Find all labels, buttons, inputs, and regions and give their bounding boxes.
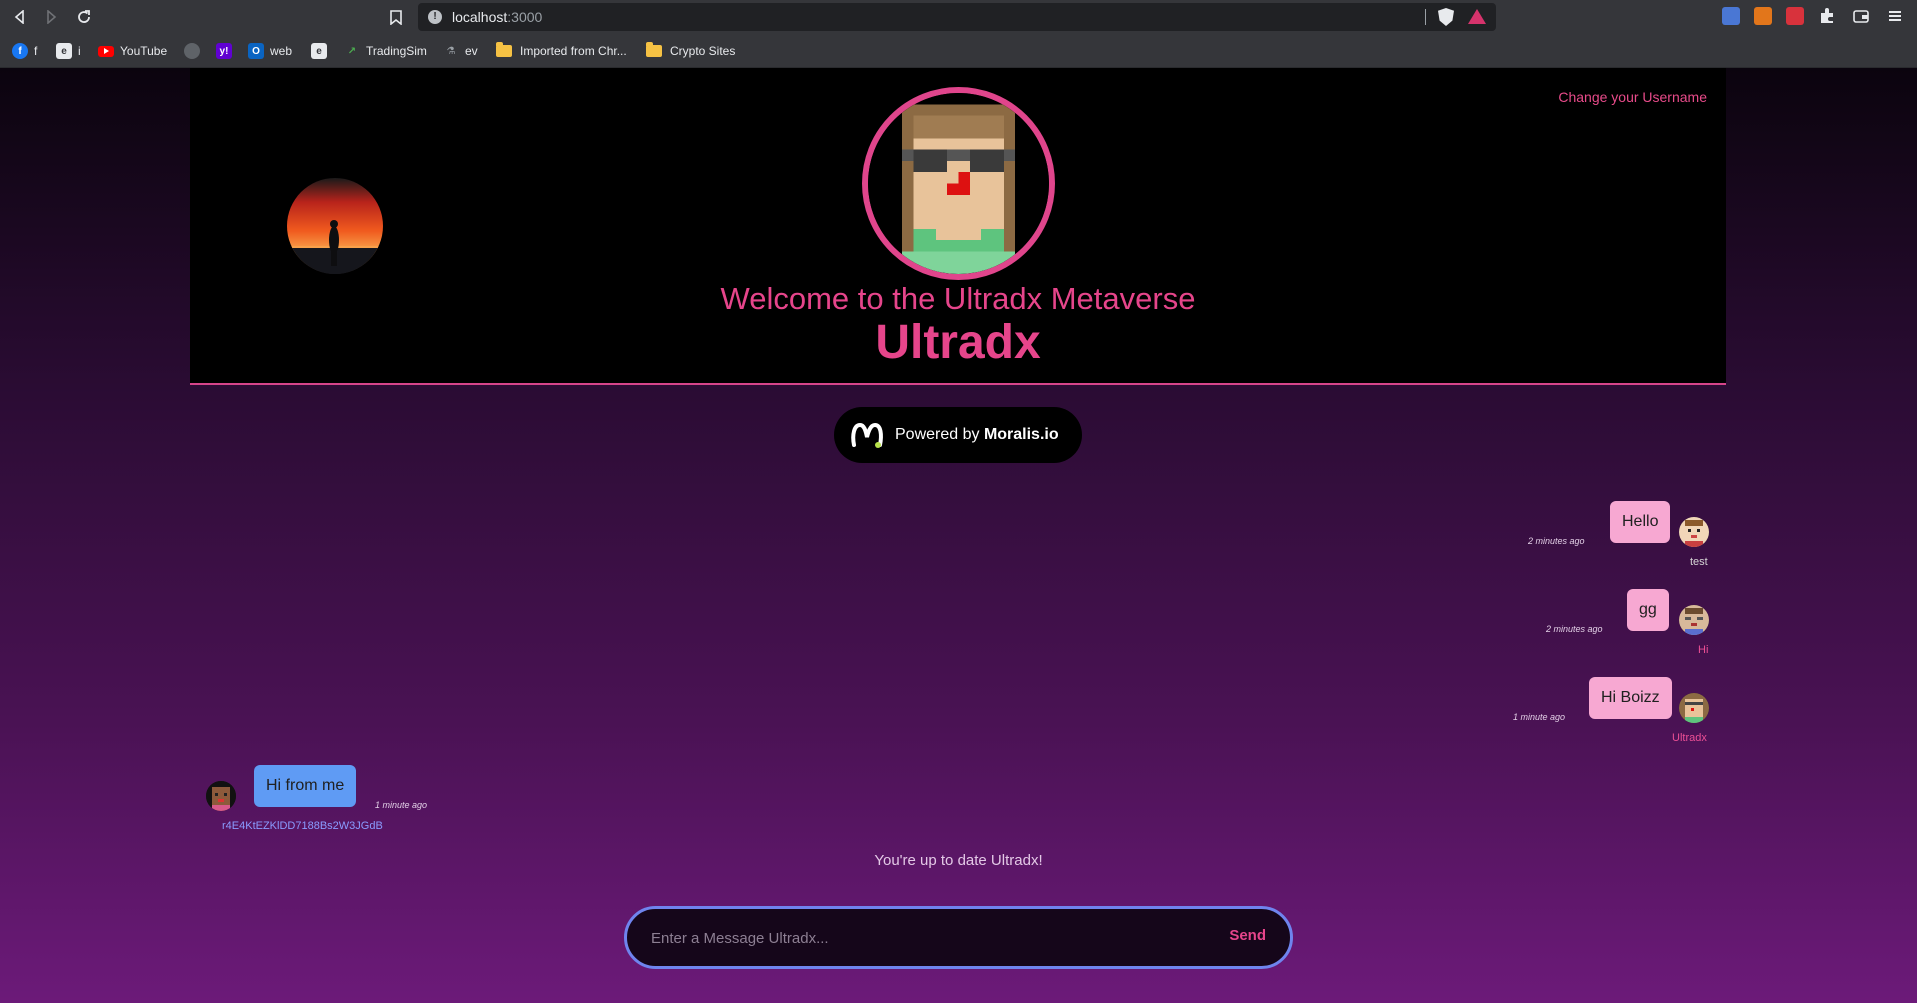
forward-icon[interactable] — [39, 5, 63, 29]
extension-red-icon[interactable] — [1786, 7, 1804, 25]
bookmark-youtube[interactable]: YouTube — [98, 42, 167, 60]
grammarly-icon: e — [311, 43, 327, 59]
bookmark-label: YouTube — [120, 44, 168, 58]
reload-icon[interactable] — [72, 5, 96, 29]
bookmark-yahoo[interactable]: y! — [216, 42, 238, 60]
bookmark-label: TradingSim — [366, 44, 427, 58]
bookmark-label: web — [270, 44, 293, 58]
tradingsim-icon: ↗ — [347, 45, 357, 57]
message-timestamp: 1 minute ago — [375, 800, 428, 810]
message-bubble: gg — [1627, 589, 1669, 631]
app-logo — [287, 178, 383, 274]
extensions-puzzle-icon[interactable] — [1818, 7, 1836, 25]
change-username-link[interactable]: Change your Username — [1558, 89, 1707, 105]
message-timestamp: 1 minute ago — [1513, 712, 1566, 722]
message-bubble: Hi from me — [254, 765, 357, 807]
up-to-date-status: You're up to date Ultradx! — [874, 852, 1043, 869]
bookmark-label: i — [78, 44, 81, 58]
yahoo-icon: y! — [216, 43, 232, 59]
bookmark-web[interactable]: O web — [248, 42, 292, 60]
folder-icon — [496, 42, 512, 57]
flask-icon: ⚗ — [446, 45, 456, 57]
youtube-icon — [98, 45, 114, 57]
facebook-icon: f — [12, 43, 28, 59]
site-info-icon[interactable]: ! — [428, 10, 442, 24]
globe-icon — [184, 43, 200, 59]
bookmark-page-icon[interactable] — [384, 5, 408, 29]
bookmark-ev[interactable]: ⚗ ev — [443, 42, 478, 60]
bookmarks-bar: f f e i YouTube y! O web e ↗ TradingSim … — [0, 34, 1917, 68]
user-avatar — [206, 781, 236, 811]
message-input[interactable] — [651, 923, 1191, 953]
bookmark-label: Imported from Chr... — [520, 44, 627, 58]
powered-by-moralis-badge[interactable]: Powered by Moralis.io — [834, 407, 1082, 463]
metamask-icon[interactable] — [1754, 7, 1772, 25]
brave-shields-icon[interactable] — [1438, 8, 1454, 26]
url-text: localhost:3000 — [452, 9, 543, 25]
omnibox-divider — [1425, 9, 1426, 25]
bookmark-label: f — [34, 44, 38, 58]
message-timestamp: 2 minutes ago — [1528, 536, 1585, 546]
chat-page: Change your Username Welcome to the Ultr… — [0, 68, 1917, 1003]
folder-icon — [646, 42, 662, 57]
user-avatar — [1679, 517, 1709, 547]
send-button[interactable]: Send — [1229, 927, 1266, 944]
bookmark-facebook[interactable]: f f — [12, 42, 37, 60]
address-bar[interactable]: ! localhost:3000 — [418, 3, 1496, 31]
back-icon[interactable] — [8, 5, 32, 29]
message-username: Ultradx — [1672, 732, 1707, 744]
outlook-icon: O — [248, 43, 264, 59]
username-heading: Ultradx — [875, 316, 1041, 369]
profile-avatar — [862, 87, 1055, 280]
brave-rewards-icon[interactable] — [1468, 9, 1486, 24]
user-avatar — [1679, 605, 1709, 635]
bookmark-tradingsim[interactable]: ↗ TradingSim — [344, 42, 427, 60]
bookmark-folder-imported[interactable]: Imported from Chr... — [496, 42, 627, 60]
powered-by-text: Powered by Moralis.io — [895, 426, 1059, 443]
moralis-logo-icon — [851, 422, 883, 448]
message-username: Hi — [1698, 644, 1709, 656]
bookmark-i[interactable]: e i — [56, 42, 81, 60]
bookmark-grammarly-2[interactable]: e — [311, 42, 333, 60]
message-bubble: Hello — [1610, 501, 1671, 543]
header-banner: Change your Username Welcome to the Ultr… — [190, 68, 1726, 385]
message-bubble: Hi Boizz — [1589, 677, 1672, 719]
message-username: r4E4KtEZKlDD7188Bs2W3JGdB — [222, 820, 383, 832]
browser-toolbar: ! localhost:3000 — [0, 0, 1917, 34]
menu-icon[interactable] — [1886, 7, 1904, 25]
bookmark-label: ev — [465, 44, 478, 58]
bookmark-globe[interactable] — [184, 42, 206, 60]
message-composer: Send — [624, 906, 1293, 969]
wallet-icon[interactable] — [1852, 7, 1870, 25]
user-avatar — [1679, 693, 1709, 723]
grammarly-icon: e — [56, 43, 72, 59]
extension-profile-icon[interactable] — [1722, 7, 1740, 25]
bookmark-label: Crypto Sites — [670, 44, 736, 58]
message-username: test — [1690, 556, 1708, 568]
welcome-heading: Welcome to the Ultradx Metaverse — [720, 281, 1196, 316]
bookmark-folder-crypto[interactable]: Crypto Sites — [646, 42, 735, 60]
message-timestamp: 2 minutes ago — [1546, 624, 1603, 634]
